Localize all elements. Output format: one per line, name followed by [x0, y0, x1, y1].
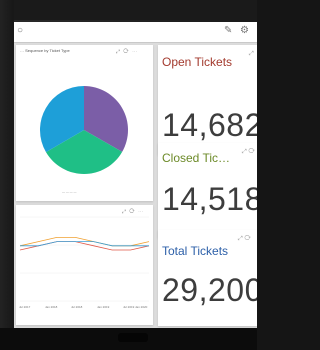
x-tick-label: Jul 2017: [19, 305, 31, 309]
total-tickets-tools[interactable]: ⤢ ⟳: [238, 236, 251, 243]
x-tick-label: Jan 2020: [135, 305, 148, 309]
home-button[interactable]: [118, 333, 148, 342]
x-tick-label: Jan 2018: [45, 305, 58, 309]
dashboard-topbar: ○ ✎ ⚙: [14, 22, 257, 43]
x-tick-label: Jul 2018: [71, 305, 83, 309]
line-chart-card: ⤢ ⟳ ⋯ Jul 2017 Jan 2018 Jul 2018 Jan 2019 Ju…: [16, 205, 153, 325]
x-tick-label: Jan 2019: [97, 305, 110, 309]
line-chart: Jul 2017 Jan 2018 Jul 2018 Jan 2019 Jul 2019…: [19, 216, 150, 309]
total-tickets-title: Total Tickets: [162, 244, 229, 258]
pie-chart: [39, 86, 128, 174]
x-tick-label: Jul 2019: [123, 305, 135, 309]
open-tickets-title: Open Tickets: [162, 55, 233, 69]
tablet-bezel-top: [0, 0, 257, 20]
edit-icon[interactable]: ✎: [224, 25, 232, 36]
tablet-bezel-left: [0, 0, 14, 350]
open-tickets-tools[interactable]: ⤢: [249, 51, 254, 58]
closed-tickets-title: Closed Tic…: [162, 151, 231, 165]
closed-tickets-card: Closed Tic… ⤢ ⟳ 14,518: [158, 143, 257, 238]
open-tickets-value: 14,682: [162, 107, 257, 143]
open-tickets-card: Open Tickets ⤢ 14,682: [158, 45, 257, 155]
closed-tickets-tools[interactable]: ⤢ ⟳: [242, 149, 255, 156]
closed-tickets-value: 14,518: [162, 181, 257, 217]
pie-chart-card: … Sequence by Ticket Type ⤢ ⟳ ⋯ — — — —: [16, 45, 153, 201]
dashboard-screen: ○ ✎ ⚙ … Sequence by Ticket Type ⤢ ⟳ ⋯ — …: [14, 22, 257, 328]
total-tickets-card: Total Tickets ⤢ ⟳ 29,200: [158, 230, 257, 326]
total-tickets-value: 29,200: [162, 272, 257, 308]
settings-icon[interactable]: ⚙: [240, 25, 249, 36]
app-icon[interactable]: ○: [17, 25, 23, 36]
pie-legend: — — — —: [62, 190, 77, 194]
tablet-frame: ○ ✎ ⚙ … Sequence by Ticket Type ⤢ ⟳ ⋯ — …: [0, 0, 257, 350]
